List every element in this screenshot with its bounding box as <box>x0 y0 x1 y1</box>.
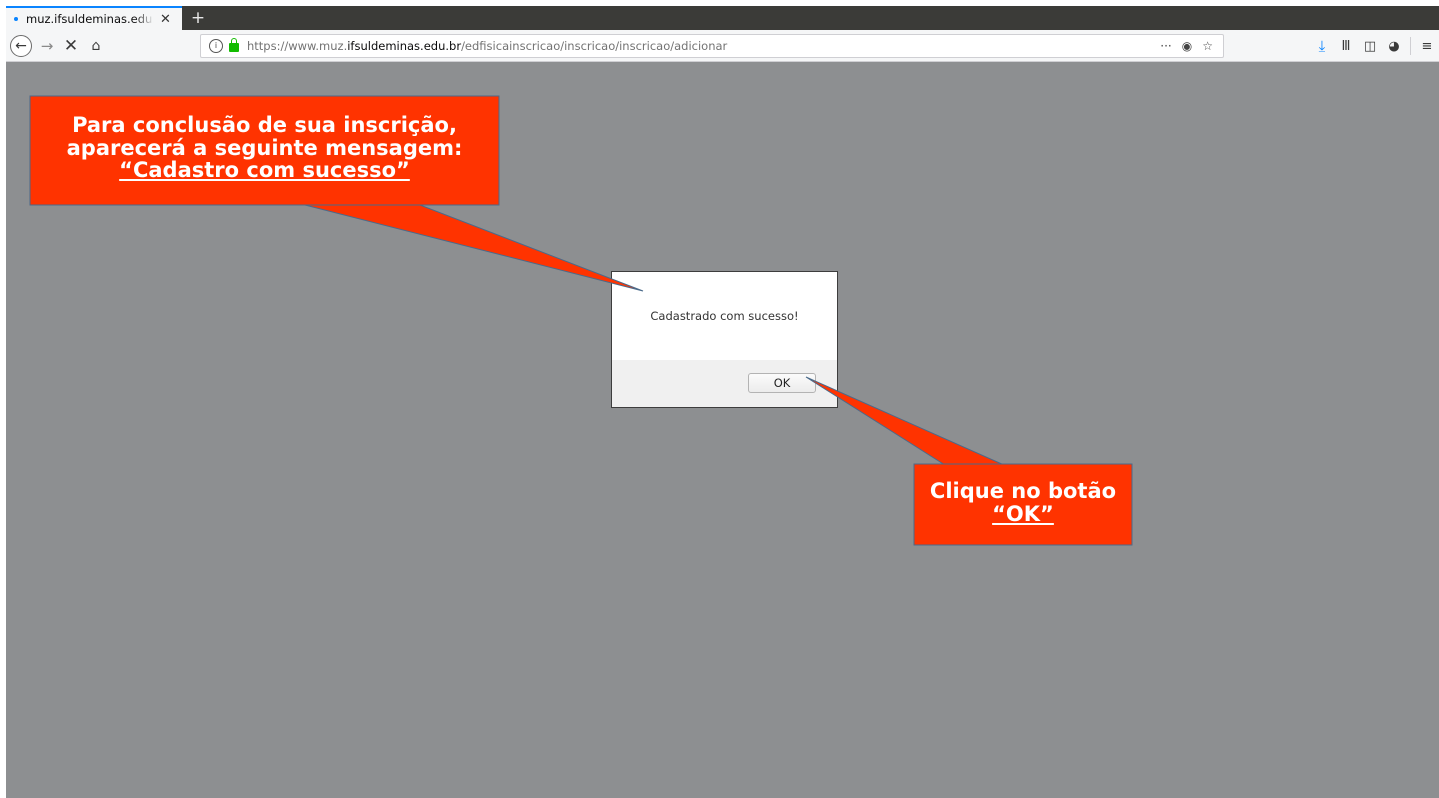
library-icon[interactable]: Ⅲ <box>1334 39 1358 54</box>
callout-click-ok: Clique no botão “OK” <box>914 464 1132 545</box>
callout1-line1: Para conclusão de sua inscrição, <box>72 113 457 137</box>
back-arrow-icon: ← <box>10 35 32 57</box>
forward-arrow-icon[interactable]: → <box>36 30 58 62</box>
toolbar-separator <box>1410 37 1411 55</box>
page-actions: ··· ◉ ☆ <box>1160 35 1213 57</box>
toolbar-right: ⤓ Ⅲ ◫ ◕ ≡ <box>1310 30 1439 62</box>
navigation-bar: ← → ✕ ⌂ i https://www.muz.ifsuldeminas.e… <box>6 30 1439 62</box>
lock-icon[interactable] <box>229 38 239 52</box>
url-bar[interactable]: i https://www.muz.ifsuldeminas.edu.br/ed… <box>200 34 1224 58</box>
bookmark-star-icon[interactable]: ☆ <box>1202 39 1213 53</box>
callout1-line3: “Cadastro com sucesso” <box>119 158 410 182</box>
extension-icon[interactable]: ◕ <box>1382 39 1406 54</box>
menu-icon[interactable]: ≡ <box>1415 39 1439 54</box>
alert-footer: OK <box>612 360 837 407</box>
site-info-icon[interactable]: i <box>209 39 223 53</box>
url-path: /edfisicainscricao/inscricao/inscricao/a… <box>461 39 728 53</box>
new-tab-button[interactable]: + <box>186 6 210 30</box>
home-icon[interactable]: ⌂ <box>84 30 108 62</box>
ok-button[interactable]: OK <box>748 373 816 393</box>
url-prefix: https://www.muz. <box>247 39 348 53</box>
tab-bar: muz.ifsuldeminas.edu.b ✕ + <box>6 6 1439 30</box>
sidebar-icon[interactable]: ◫ <box>1358 39 1382 54</box>
callout2-line2: “OK” <box>992 501 1054 526</box>
alert-message: Cadastrado com sucesso! <box>650 309 799 323</box>
callout-conclusion-message: Para conclusão de sua inscrição, aparece… <box>30 96 499 205</box>
url-domain: ifsuldeminas.edu.br <box>347 39 462 53</box>
tab-title: muz.ifsuldeminas.edu.b <box>26 12 154 26</box>
callout1-line2: aparecerá a seguinte mensagem: <box>66 135 463 160</box>
back-button[interactable]: ← <box>7 30 35 62</box>
url-text[interactable]: https://www.muz.ifsuldeminas.edu.br/edfi… <box>247 39 727 53</box>
tab-loading-icon <box>14 17 18 21</box>
page-actions-icon[interactable]: ··· <box>1160 39 1171 53</box>
pocket-icon[interactable]: ◉ <box>1182 39 1192 53</box>
tab-close-icon[interactable]: ✕ <box>160 12 171 27</box>
tab-active[interactable]: muz.ifsuldeminas.edu.b ✕ <box>6 6 182 30</box>
downloads-icon[interactable]: ⤓ <box>1310 37 1334 55</box>
stop-icon[interactable]: ✕ <box>60 30 82 62</box>
alert-dialog: Cadastrado com sucesso! OK <box>611 271 838 408</box>
callout2-line1: Clique no botão <box>929 479 1117 503</box>
